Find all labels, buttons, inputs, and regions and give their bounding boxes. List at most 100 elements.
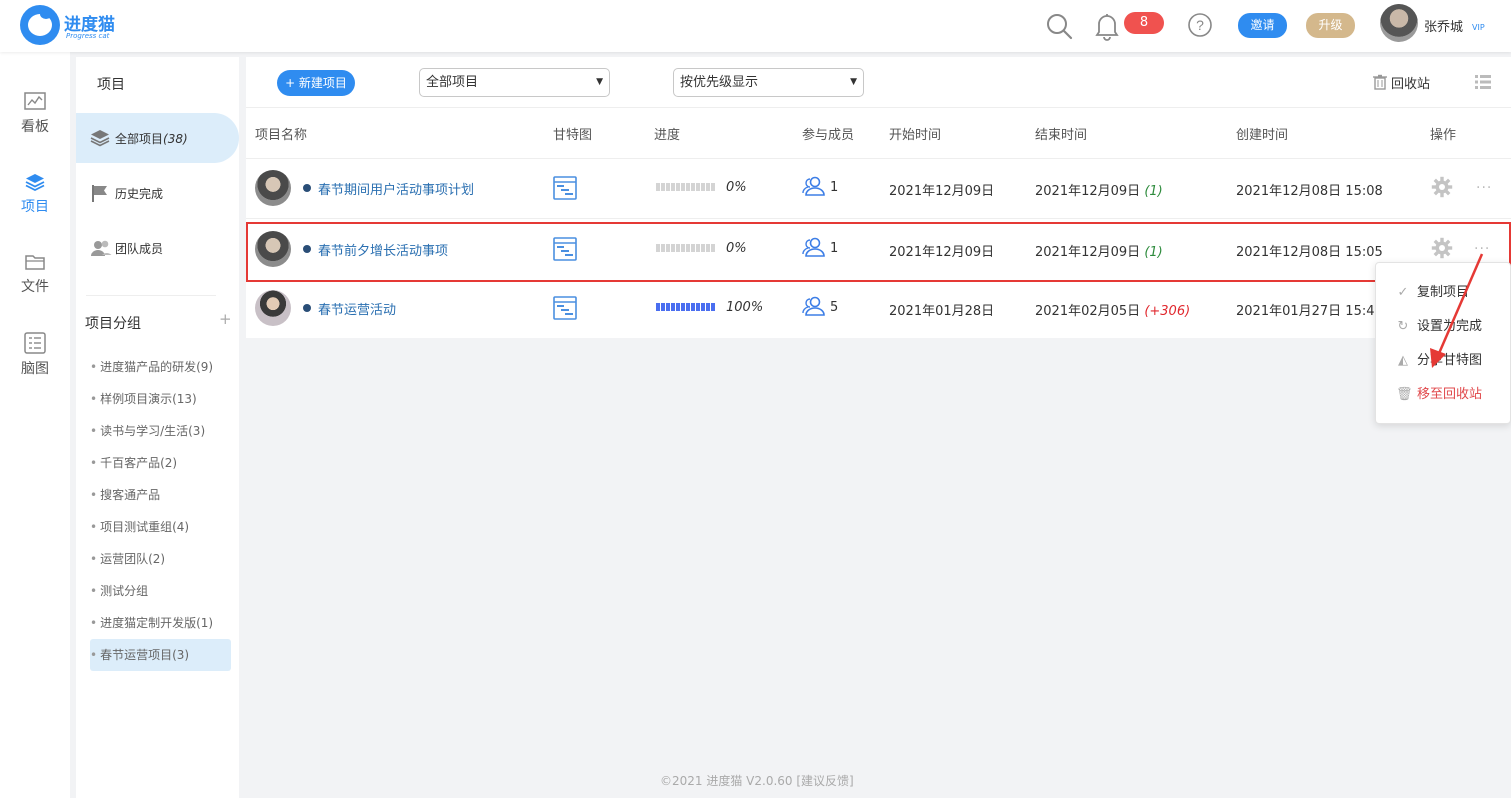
divider	[246, 107, 1511, 108]
group-item[interactable]: • 读书与学习/生活(3)	[90, 415, 231, 447]
status-dot	[303, 245, 311, 253]
project-filter-select[interactable]: 全部项目 ▼	[419, 68, 610, 97]
nav-dashboard-label: 看板	[21, 119, 49, 135]
nav-files[interactable]: 文件	[0, 252, 70, 296]
footer: ©2021 进度猫 V2.0.60 [建议反馈]	[660, 772, 854, 789]
group-item[interactable]: • 进度猫定制开发版(1)	[90, 607, 231, 639]
start-date: 2021年12月09日	[889, 245, 995, 260]
top-bar: 进度猫 Progress cat 8 ? 邀请 升级 张乔城 VIP	[0, 0, 1511, 52]
add-group-button[interactable]: +	[219, 310, 232, 328]
upgrade-button[interactable]: 升级	[1306, 13, 1355, 38]
user-avatar[interactable]	[1380, 4, 1418, 42]
end-delta: (+306)	[1144, 304, 1191, 319]
recycle-bin-link[interactable]: 回收站	[1373, 73, 1430, 94]
list-view-icon[interactable]	[1475, 75, 1491, 93]
mindmap-icon	[24, 332, 46, 354]
end-date: 2021年12月09日	[1035, 184, 1141, 199]
send-icon: ◭	[1398, 353, 1408, 368]
new-project-button[interactable]: + 新建项目	[277, 70, 355, 96]
logo[interactable]	[20, 5, 60, 45]
annotation-arrow	[1430, 253, 1484, 368]
table-row-highlighted[interactable]: 春节前夕增长活动事项 0% 1 2021年12月09日 2021年12月09日 …	[246, 222, 1511, 282]
gantt-icon[interactable]	[553, 296, 577, 324]
feedback-link[interactable]: [建议反馈]	[796, 774, 853, 788]
members-icon[interactable]	[802, 295, 826, 321]
group-item[interactable]: • 搜客通产品	[90, 479, 231, 511]
member-count: 5	[830, 300, 839, 315]
trash-icon	[1373, 74, 1387, 94]
gantt-icon[interactable]	[553, 176, 577, 204]
member-count: 1	[830, 180, 839, 195]
nav-projects[interactable]: 项目	[0, 172, 70, 216]
table-row[interactable]: 春节运营活动 100% 5 2021年01月28日 2021年02月05日 (+…	[246, 278, 1511, 338]
table-row[interactable]: 春节期间用户活动事项计划 0% 1 2021年12月09日 2021年12月09…	[246, 158, 1511, 218]
avatar[interactable]	[255, 290, 291, 326]
gantt-icon[interactable]	[553, 237, 577, 265]
sidebar-item-label: 团队成员	[115, 242, 164, 256]
created-time: 2021年12月08日 15:05	[1236, 245, 1383, 260]
project-sidebar: 项目 全部项目(38) 历史完成 团队成员 项目分组 + • 进度猫产品的研发(9…	[76, 57, 239, 798]
project-list-panel: + 新建项目 全部项目 ▼ 按优先级显示 ▼ 回收站 项目名称 甘特图 进度 参…	[246, 57, 1511, 338]
group-item[interactable]: • 测试分组	[90, 575, 231, 607]
divider	[86, 295, 216, 296]
svg-text:?: ?	[1196, 17, 1204, 33]
sidebar-item-label: 全部项目	[115, 132, 164, 146]
group-item-active[interactable]: • 春节运营项目(3)	[90, 639, 231, 671]
sidebar-item-team[interactable]: 团队成员	[76, 223, 239, 273]
column-header: 参与成员	[802, 128, 855, 143]
created-time: 2021年01月27日 15:43	[1236, 304, 1383, 319]
nav-projects-label: 项目	[21, 199, 49, 215]
project-name[interactable]: 春节运营活动	[318, 299, 396, 318]
divider	[246, 218, 1511, 219]
end-date: 2021年02月05日	[1035, 304, 1141, 319]
app-subtitle: Progress cat	[66, 32, 110, 40]
project-name[interactable]: 春节期间用户活动事项计划	[318, 179, 474, 198]
end-date-cell: 2021年12月09日 (1)	[1035, 241, 1163, 260]
column-header: 结束时间	[1035, 128, 1088, 143]
help-icon[interactable]: ?	[1187, 12, 1213, 42]
invite-button[interactable]: 邀请	[1238, 13, 1287, 38]
sidebar-title: 项目	[97, 77, 125, 93]
recycle-bin-label: 回收站	[1391, 77, 1431, 92]
group-item[interactable]: • 项目测试重组(4)	[90, 511, 231, 543]
group-section-title: 项目分组	[85, 316, 141, 332]
members-icon[interactable]	[802, 175, 826, 201]
gear-icon[interactable]	[1431, 176, 1453, 202]
more-options-icon[interactable]: ···	[1476, 180, 1492, 196]
end-date: 2021年12月09日	[1035, 245, 1141, 260]
sort-select[interactable]: 按优先级显示 ▼	[673, 68, 864, 97]
progress-bar	[656, 244, 716, 252]
progress-bar	[656, 183, 716, 191]
column-header: 操作	[1430, 128, 1457, 143]
refresh-icon: ↻	[1397, 319, 1409, 334]
avatar[interactable]	[255, 231, 291, 267]
progress-percent: 100%	[726, 300, 764, 315]
sidebar-item-history[interactable]: 历史完成	[76, 168, 239, 218]
search-icon[interactable]	[1045, 12, 1073, 44]
column-header: 甘特图	[553, 128, 593, 143]
project-filter-value: 全部项目	[426, 75, 479, 90]
nav-mindmap-label: 脑图	[21, 361, 49, 377]
flag-icon	[92, 185, 107, 202]
nav-mindmap[interactable]: 脑图	[0, 332, 70, 378]
group-item[interactable]: • 样例项目演示(13)	[90, 383, 231, 415]
bell-icon[interactable]	[1094, 11, 1120, 45]
progress-percent: 0%	[726, 241, 747, 256]
group-item[interactable]: • 运营团队(2)	[90, 543, 231, 575]
user-name[interactable]: 张乔城	[1424, 16, 1463, 35]
notification-badge[interactable]: 8	[1124, 12, 1164, 34]
sidebar-item-label: 历史完成	[115, 187, 164, 201]
column-header: 项目名称	[255, 128, 308, 143]
nav-dashboard[interactable]: 看板	[0, 92, 70, 136]
avatar[interactable]	[255, 170, 291, 206]
sidebar-item-all-projects[interactable]: 全部项目(38)	[76, 113, 239, 163]
layers-icon	[25, 174, 45, 192]
menu-item-move-to-recycle[interactable]: 🗑 移至回收站	[1396, 383, 1482, 402]
members-icon[interactable]	[802, 236, 826, 262]
column-header: 进度	[654, 128, 681, 143]
group-item[interactable]: • 千百客产品(2)	[90, 447, 231, 479]
group-item[interactable]: • 进度猫产品的研发(9)	[90, 351, 231, 383]
trash-icon: 🗑	[1396, 387, 1413, 402]
project-name[interactable]: 春节前夕增长活动事项	[318, 240, 448, 259]
chart-icon	[24, 92, 46, 110]
